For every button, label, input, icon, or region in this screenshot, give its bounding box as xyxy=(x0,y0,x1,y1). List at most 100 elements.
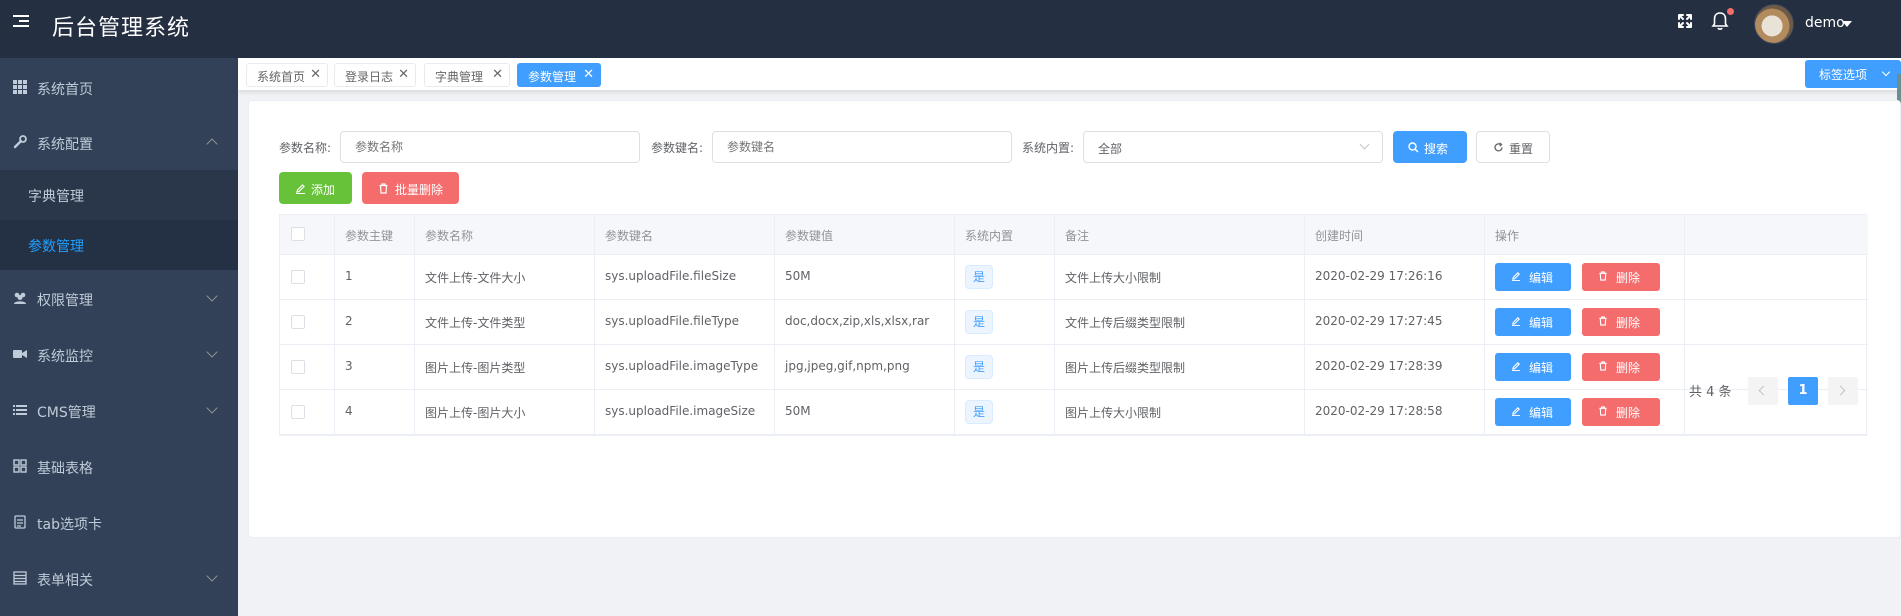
sidebar: 系统首页 系统配置 字典管理 参数管理 权限管理 系统监控 CMS管理 基础表格… xyxy=(0,58,238,616)
delete-button[interactable]: 删除 xyxy=(1582,263,1660,291)
sidebar-item-label: 参数管理 xyxy=(28,239,84,255)
edit-button[interactable]: 编辑 xyxy=(1495,353,1571,381)
select-all-header xyxy=(280,215,335,254)
sidebar-item-label: 系统监控 xyxy=(37,349,93,365)
edit-button[interactable]: 编辑 xyxy=(1495,398,1571,426)
table-cell-remark: 文件上传后缀类型限制 xyxy=(1055,300,1305,344)
sidebar-item-tabs[interactable]: tab选项卡 xyxy=(0,498,238,548)
camera-icon xyxy=(13,350,27,358)
cell-text: 50M xyxy=(785,404,811,418)
edit-button-label: 编辑 xyxy=(1529,316,1554,330)
close-icon[interactable]: ✕ xyxy=(398,67,409,82)
table-cell-remark: 文件上传大小限制 xyxy=(1055,255,1305,299)
cell-text: 图片上传大小限制 xyxy=(1065,406,1162,420)
edit-button[interactable]: 编辑 xyxy=(1495,308,1571,336)
sidebar-item-monitor[interactable]: 系统监控 xyxy=(0,330,238,380)
param-key-input[interactable] xyxy=(712,131,1012,163)
table-row: 2 文件上传-文件类型 sys.uploadFile.fileType doc,doc… xyxy=(280,300,1868,345)
edit-button-label: 编辑 xyxy=(1529,406,1554,420)
add-button[interactable]: 添加 xyxy=(279,172,352,204)
table-row: 3 图片上传-图片类型 sys.uploadFile.imageType jpg,jp… xyxy=(280,345,1868,390)
table-cell-builtin: 是 xyxy=(955,300,1055,344)
cell-text: 1 xyxy=(345,269,353,283)
table-cell-actions: 编辑 删除 xyxy=(1485,300,1685,344)
row-select-cell xyxy=(280,345,335,389)
column-header: 创建时间 xyxy=(1315,229,1364,243)
row-checkbox[interactable] xyxy=(291,315,305,329)
column-header: 系统内置 xyxy=(965,229,1014,243)
sidebar-subitem-params[interactable]: 参数管理 xyxy=(0,220,238,270)
tag-home[interactable]: 系统首页 ✕ xyxy=(246,63,328,87)
cell-text: sys.uploadFile.imageType xyxy=(605,359,759,373)
close-icon[interactable]: ✕ xyxy=(310,67,321,82)
table-cell-builtin: 是 xyxy=(955,390,1055,434)
tag-params[interactable]: 参数管理 ✕ xyxy=(517,63,601,87)
prev-page-button[interactable] xyxy=(1748,377,1778,405)
avatar[interactable] xyxy=(1754,4,1794,44)
table-row: 4 图片上传-图片大小 sys.uploadFile.imageSize 50M 图片上… xyxy=(280,390,1868,435)
delete-button[interactable]: 删除 xyxy=(1582,353,1660,381)
batch-delete-button[interactable]: 批量删除 xyxy=(362,172,459,204)
cell-text: 文件上传大小限制 xyxy=(1065,271,1162,285)
delete-button[interactable]: 删除 xyxy=(1582,398,1660,426)
table-header: 参数主键 参数名称 参数键名 参数键值 系统内置 备注 创建时间 操作 xyxy=(280,215,1868,255)
cell-text: sys.uploadFile.fileType xyxy=(605,314,740,328)
sidebar-item-cms[interactable]: CMS管理 xyxy=(0,386,238,436)
search-button[interactable]: 搜索 xyxy=(1393,131,1467,163)
row-checkbox[interactable] xyxy=(291,360,305,374)
row-select-cell xyxy=(280,255,335,299)
menu-toggle-icon[interactable] xyxy=(13,15,29,29)
tags-bar: 系统首页 ✕ 登录日志 ✕ 字典管理 ✕ 参数管理 ✕ xyxy=(238,58,1901,90)
cell-text: 50M xyxy=(785,269,811,283)
close-icon[interactable]: ✕ xyxy=(492,67,503,82)
row-checkbox[interactable] xyxy=(291,405,305,419)
fullscreen-icon[interactable] xyxy=(1676,12,1694,30)
tag-dictionary[interactable]: 字典管理 ✕ xyxy=(424,63,510,87)
tag-options-label: 标签选项 xyxy=(1819,68,1868,82)
app-title: 后台管理系统 xyxy=(52,16,191,41)
sidebar-subitem-dictionary[interactable]: 字典管理 xyxy=(0,170,238,220)
chevron-down-icon xyxy=(1359,139,1370,150)
edit-icon xyxy=(1511,362,1521,371)
table-cell-name: 文件上传-文件类型 xyxy=(415,300,595,344)
sidebar-item-system-config[interactable]: 系统配置 xyxy=(0,118,238,168)
close-icon[interactable]: ✕ xyxy=(583,67,594,82)
param-name-input[interactable] xyxy=(340,131,640,163)
user-name[interactable]: demo xyxy=(1805,15,1845,31)
next-page-button[interactable] xyxy=(1828,377,1858,405)
builtin-select-value: 全部 xyxy=(1098,142,1123,156)
row-checkbox[interactable] xyxy=(291,270,305,284)
table-cell-value: 50M xyxy=(775,255,955,299)
table-cell-actions: 编辑 删除 xyxy=(1485,255,1685,299)
reset-button[interactable]: 重置 xyxy=(1476,131,1550,163)
edit-icon xyxy=(1511,407,1521,416)
caret-down-icon[interactable] xyxy=(1842,21,1852,27)
tag-label: 系统首页 xyxy=(257,70,306,84)
sidebar-item-permissions[interactable]: 权限管理 xyxy=(0,274,238,324)
delete-button[interactable]: 删除 xyxy=(1582,308,1660,336)
edit-button[interactable]: 编辑 xyxy=(1495,263,1571,291)
trash-icon xyxy=(1599,271,1607,281)
cell-text: 图片上传后缀类型限制 xyxy=(1065,361,1186,375)
table-cell-created: 2020-02-29 17:26:16 xyxy=(1305,255,1485,299)
tag-login-log[interactable]: 登录日志 ✕ xyxy=(334,63,416,87)
wrench-icon xyxy=(13,135,27,149)
builtin-select[interactable]: 全部 xyxy=(1083,131,1383,163)
select-all-checkbox[interactable] xyxy=(291,227,305,241)
th-remark: 备注 xyxy=(1055,215,1305,254)
table-cell-id: 3 xyxy=(335,345,415,389)
cell-text: sys.uploadFile.fileSize xyxy=(605,269,737,283)
tag-options-button[interactable]: 标签选项 xyxy=(1805,60,1901,88)
table-cell-name: 图片上传-图片大小 xyxy=(415,390,595,434)
add-button-label: 添加 xyxy=(311,183,336,197)
page-number[interactable]: 1 xyxy=(1788,377,1818,405)
sidebar-item-basic-table[interactable]: 基础表格 xyxy=(0,442,238,492)
builtin-badge: 是 xyxy=(965,265,993,289)
sidebar-item-home[interactable]: 系统首页 xyxy=(0,63,238,113)
batch-delete-button-label: 批量删除 xyxy=(395,183,444,197)
th-id: 参数主键 xyxy=(335,215,415,254)
sidebar-item-forms[interactable]: 表单相关 xyxy=(0,554,238,604)
top-header: 后台管理系统 demo xyxy=(0,0,1901,58)
search-button-label: 搜索 xyxy=(1424,142,1449,156)
column-header: 参数键名 xyxy=(605,229,654,243)
